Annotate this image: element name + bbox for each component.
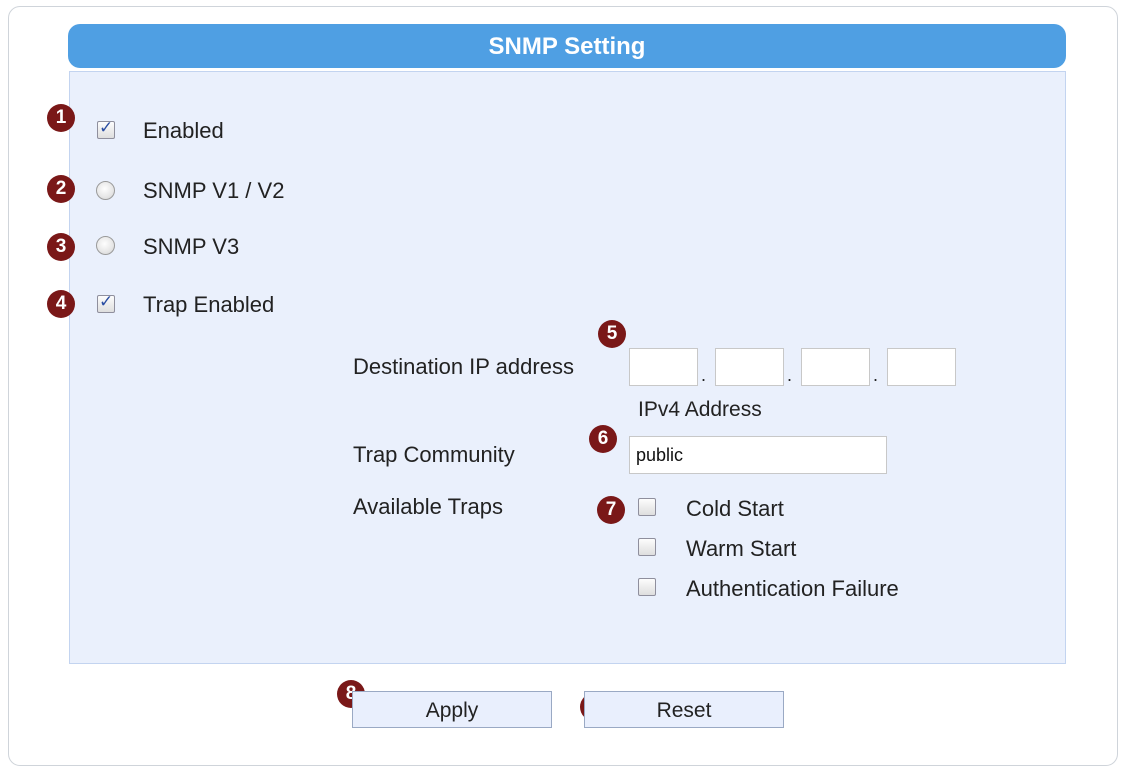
trap-community-input[interactable] <box>629 436 887 474</box>
ip-octet-1-input[interactable] <box>629 348 698 386</box>
callout-badge-6: 6 <box>589 425 617 453</box>
ip-separator: . <box>701 365 707 385</box>
enabled-label: Enabled <box>143 118 224 143</box>
callout-badge-5: 5 <box>598 320 626 348</box>
warm-start-label: Warm Start <box>686 536 797 561</box>
cold-start-checkbox[interactable] <box>638 498 656 516</box>
ip-octet-2-input[interactable] <box>715 348 784 386</box>
ip-separator: . <box>873 365 879 385</box>
page-title: SNMP Setting <box>68 24 1066 68</box>
snmp-v3-radio[interactable] <box>96 236 115 255</box>
authentication-failure-label: Authentication Failure <box>686 576 899 601</box>
callout-badge-1: 1 <box>47 104 75 132</box>
ip-octet-4-input[interactable] <box>887 348 956 386</box>
trap-enabled-label: Trap Enabled <box>143 292 275 317</box>
snmp-v1v2-radio[interactable] <box>96 181 115 200</box>
ip-octet-3-input[interactable] <box>801 348 870 386</box>
callout-badge-2: 2 <box>47 175 75 203</box>
cold-start-label: Cold Start <box>686 496 784 521</box>
trap-community-label: Trap Community <box>353 442 515 467</box>
available-traps-label: Available Traps <box>353 494 504 519</box>
callout-badge-4: 4 <box>47 290 75 318</box>
reset-button[interactable]: Reset <box>584 691 784 728</box>
callout-badge-3: 3 <box>47 233 75 261</box>
trap-enabled-checkbox[interactable] <box>97 292 115 313</box>
warm-start-checkbox[interactable] <box>638 538 656 556</box>
callout-badge-7: 7 <box>597 496 625 524</box>
ip-separator: . <box>787 365 793 385</box>
snmp-v3-label: SNMP V3 <box>143 234 240 259</box>
enabled-checkbox[interactable] <box>97 118 115 139</box>
snmp-v1v2-label: SNMP V1 / V2 <box>143 178 285 203</box>
authentication-failure-checkbox[interactable] <box>638 578 656 596</box>
ipv4-hint: IPv4 Address <box>638 398 762 421</box>
destination-ip-label: Destination IP address <box>353 354 574 379</box>
apply-button[interactable]: Apply <box>352 691 552 728</box>
